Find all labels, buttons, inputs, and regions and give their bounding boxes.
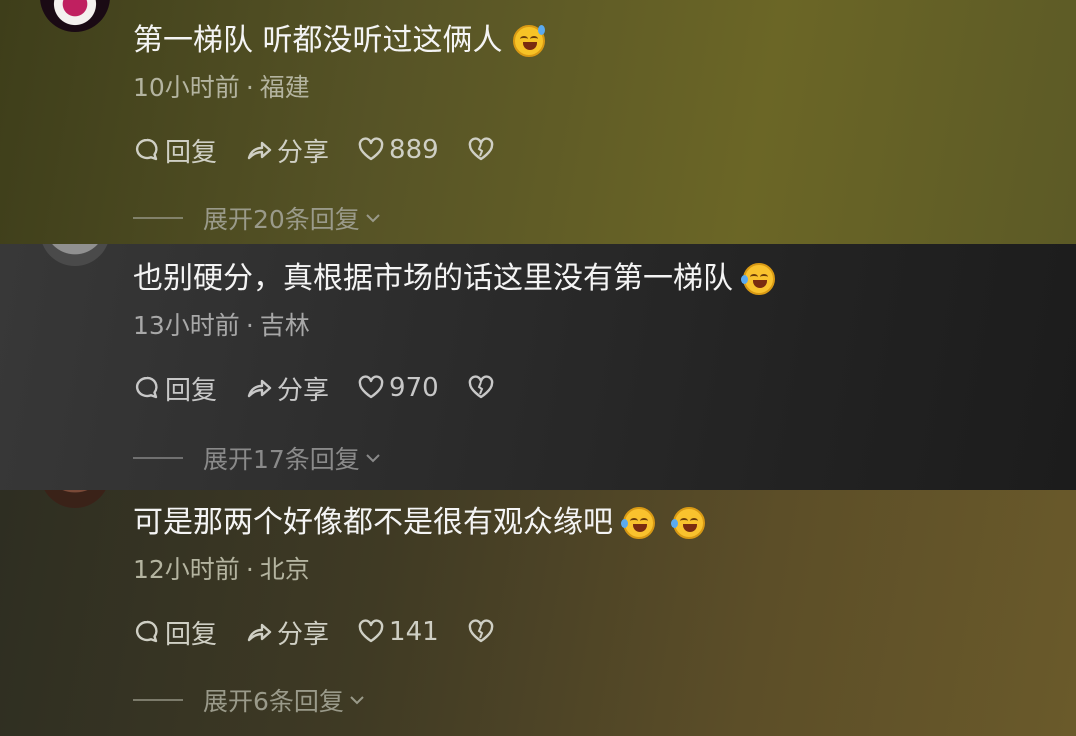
share-arrow-icon bbox=[247, 623, 272, 642]
comment-time: 10小时前 bbox=[133, 73, 240, 102]
share-arrow-icon bbox=[247, 141, 272, 160]
like-count: 889 bbox=[389, 135, 439, 165]
like-count: 141 bbox=[389, 617, 439, 647]
chevron-down-icon bbox=[366, 214, 380, 223]
share-label: 分享 bbox=[277, 375, 330, 406]
share-button[interactable]: 分享 bbox=[245, 614, 329, 651]
reply-bubble-icon bbox=[135, 620, 158, 643]
reply-button[interactable]: 回复 bbox=[133, 132, 217, 169]
comment-time: 13小时前 bbox=[133, 311, 240, 340]
heart-icon bbox=[358, 137, 384, 161]
comment-meta: 10小时前 · 福建 bbox=[133, 70, 1056, 106]
reply-button[interactable]: 回复 bbox=[133, 370, 217, 407]
dislike-button[interactable] bbox=[467, 136, 499, 164]
laugh-tears-emoji-icon bbox=[671, 507, 705, 539]
laugh-tears-emoji-icon bbox=[621, 507, 655, 539]
heart-icon bbox=[358, 375, 384, 399]
comment-meta: 12小时前 · 北京 bbox=[133, 552, 1056, 588]
comment-text: 可是那两个好像都不是很有观众缘吧 bbox=[133, 505, 613, 540]
expand-replies-label: 展开17条回复 bbox=[203, 445, 360, 474]
comment-actions: 回复 分享 970 bbox=[133, 368, 1056, 408]
chevron-down-icon bbox=[366, 454, 380, 463]
comment-item: 可是那两个好像都不是很有观众缘吧 12小时前 · 北京 回复 分享 141 展开… bbox=[0, 490, 1076, 736]
laugh-tears-emoji-icon bbox=[741, 263, 775, 295]
expand-replies-button[interactable]: 展开17条回复 bbox=[133, 440, 382, 476]
meta-separator: · bbox=[245, 311, 254, 340]
reply-bubble-icon bbox=[135, 138, 158, 161]
avatar[interactable] bbox=[40, 0, 110, 32]
comment-text: 也别硬分，真根据市场的话这里没有第一梯队 bbox=[133, 261, 733, 296]
comment-text: 第一梯队 听都没听过这俩人 bbox=[133, 23, 503, 58]
broken-heart-icon bbox=[468, 137, 493, 161]
share-button[interactable]: 分享 bbox=[245, 132, 329, 169]
dislike-button[interactable] bbox=[467, 618, 499, 646]
expand-replies-button[interactable]: 展开20条回复 bbox=[133, 200, 382, 236]
broken-heart-icon bbox=[468, 619, 493, 643]
like-count: 970 bbox=[389, 373, 439, 403]
meta-separator: · bbox=[245, 73, 254, 102]
divider-line bbox=[133, 457, 183, 459]
chevron-down-icon bbox=[350, 696, 364, 705]
comment-actions: 回复 分享 889 bbox=[133, 130, 1056, 170]
like-button[interactable]: 889 bbox=[357, 135, 439, 165]
divider-line bbox=[133, 699, 183, 701]
comment-item: 也别硬分，真根据市场的话这里没有第一梯队 13小时前 · 吉林 回复 分享 970 bbox=[0, 244, 1076, 490]
comment-time: 12小时前 bbox=[133, 555, 240, 584]
comment-location: 吉林 bbox=[259, 311, 310, 340]
expand-replies-label: 展开20条回复 bbox=[203, 205, 360, 234]
avatar[interactable] bbox=[40, 490, 110, 508]
reply-bubble-icon bbox=[135, 376, 158, 399]
broken-heart-icon bbox=[468, 375, 493, 399]
like-button[interactable]: 141 bbox=[357, 617, 439, 647]
divider-line bbox=[133, 217, 183, 219]
comment-item: 第一梯队 听都没听过这俩人 10小时前 · 福建 回复 分享 889 展开20条… bbox=[0, 0, 1076, 244]
share-arrow-icon bbox=[247, 379, 272, 398]
heart-icon bbox=[358, 619, 384, 643]
reply-label: 回复 bbox=[165, 137, 218, 168]
expand-replies-label: 展开6条回复 bbox=[203, 687, 344, 716]
expand-replies-button[interactable]: 展开6条回复 bbox=[133, 682, 366, 718]
comment-location: 北京 bbox=[259, 555, 310, 584]
comment-meta: 13小时前 · 吉林 bbox=[133, 308, 1056, 344]
comment-location: 福建 bbox=[259, 73, 310, 102]
share-button[interactable]: 分享 bbox=[245, 370, 329, 407]
meta-separator: · bbox=[245, 555, 254, 584]
dislike-button[interactable] bbox=[467, 374, 499, 402]
sweat-smile-emoji-icon bbox=[512, 25, 545, 57]
reply-label: 回复 bbox=[165, 375, 218, 406]
share-label: 分享 bbox=[277, 619, 330, 650]
reply-label: 回复 bbox=[165, 619, 218, 650]
reply-button[interactable]: 回复 bbox=[133, 614, 217, 651]
comment-actions: 回复 分享 141 bbox=[133, 612, 1056, 652]
avatar[interactable] bbox=[40, 244, 110, 266]
share-label: 分享 bbox=[277, 137, 330, 168]
like-button[interactable]: 970 bbox=[357, 373, 439, 403]
